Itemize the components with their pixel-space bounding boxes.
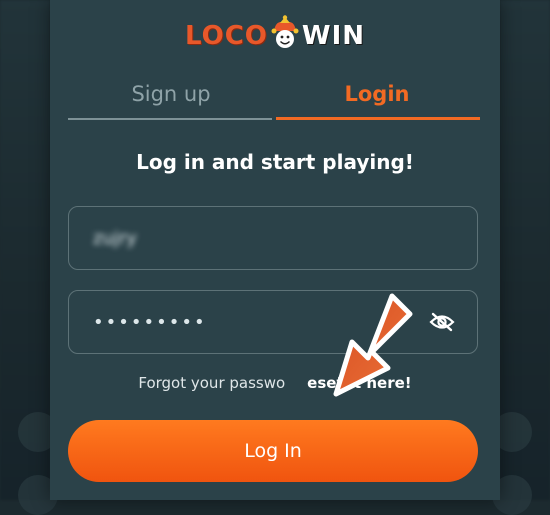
auth-tabs: Sign up Login <box>68 68 480 120</box>
login-modal: LOCO WIN Sign up Login Log in and start … <box>50 0 500 500</box>
eye-slash-icon[interactable] <box>429 312 455 332</box>
tab-sign-up[interactable]: Sign up <box>68 68 274 120</box>
username-field[interactable] <box>68 206 478 270</box>
brand-logo[interactable]: LOCO WIN <box>50 15 500 54</box>
username-input[interactable] <box>91 226 455 250</box>
logo-text-loco: LOCO <box>184 21 268 51</box>
tab-login[interactable]: Login <box>274 68 480 120</box>
form-heading: Log in and start playing! <box>136 150 414 174</box>
forgot-password-text: Forgot your passwo <box>138 374 286 392</box>
log-in-button[interactable]: Log In <box>68 420 478 482</box>
jester-mascot-icon <box>271 15 299 48</box>
forgot-password-row: Forgot your passwoeset it here! <box>50 374 500 392</box>
logo-text-win: WIN <box>301 21 366 51</box>
arrow-pointer-icon <box>333 293 413 397</box>
